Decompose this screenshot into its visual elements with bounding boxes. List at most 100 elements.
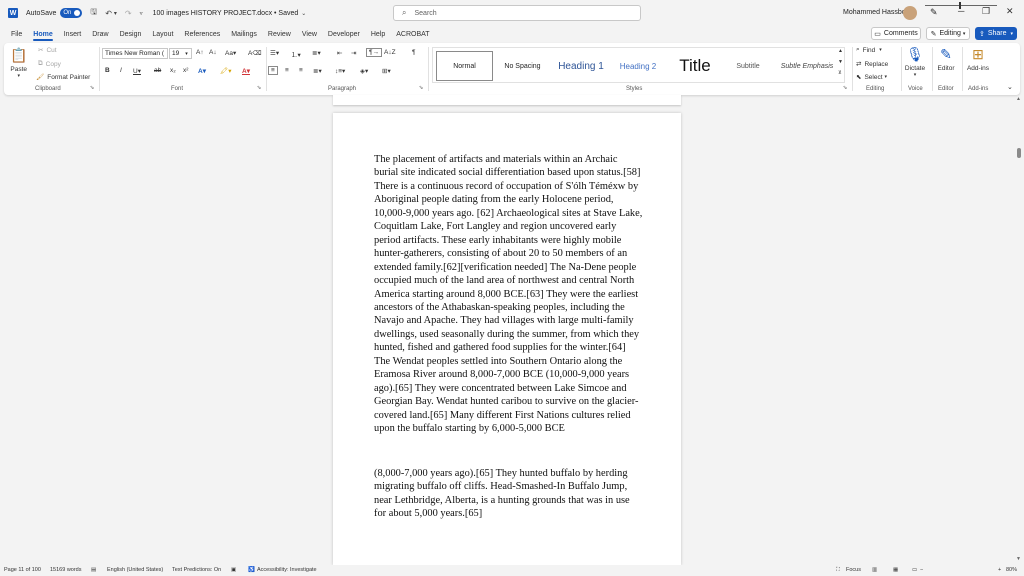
- style-no-spacing[interactable]: No Spacing: [496, 51, 549, 81]
- shading-icon[interactable]: ◈▾: [360, 67, 368, 75]
- styles-scroll-down-icon[interactable]: ▼: [838, 59, 843, 65]
- highlight-icon[interactable]: 🖍▾: [220, 67, 232, 75]
- scrollbar-thumb[interactable]: [1017, 148, 1021, 158]
- style-subtitle[interactable]: Subtitle: [723, 51, 773, 81]
- close-icon[interactable]: ✕: [1006, 6, 1014, 17]
- editing-mode-button[interactable]: ✎ Editing ▾: [926, 27, 970, 40]
- user-name[interactable]: Mohammed Hassbo: [843, 9, 906, 16]
- borders-icon[interactable]: ⊞▾: [382, 67, 391, 75]
- accessibility-status[interactable]: Accessibility: Investigate: [257, 567, 317, 573]
- pen-icon[interactable]: ✎: [930, 7, 938, 18]
- bullets-icon[interactable]: ☰▾: [270, 49, 279, 57]
- tab-review[interactable]: Review: [268, 31, 291, 38]
- styles-more-icon[interactable]: ⊻: [838, 70, 842, 76]
- undo-icon[interactable]: ↶: [105, 9, 112, 18]
- dialog-launcher-icon[interactable]: ⬂: [419, 85, 423, 91]
- styles-scroll-up-icon[interactable]: ▲: [838, 48, 843, 54]
- dialog-launcher-icon[interactable]: ⬂: [257, 85, 261, 91]
- zoom-level[interactable]: 80%: [1006, 567, 1017, 573]
- search-input[interactable]: ⌕ Search: [393, 5, 641, 21]
- avatar[interactable]: [903, 6, 917, 20]
- comments-button[interactable]: ▭ Comments: [871, 27, 921, 40]
- font-name-select[interactable]: Times New Roman (: [102, 48, 168, 59]
- tab-acrobat[interactable]: ACROBAT: [396, 31, 429, 38]
- subscript-icon[interactable]: x₂: [170, 67, 176, 74]
- text-predictions[interactable]: Text Predictions: On: [172, 567, 221, 573]
- select-button[interactable]: ⬉ Select ▾: [856, 73, 887, 82]
- document-page[interactable]: The placement of artifacts and materials…: [333, 113, 681, 565]
- increase-indent-icon[interactable]: ⇥: [351, 49, 356, 57]
- clear-formatting-icon[interactable]: A⌫: [248, 49, 262, 57]
- dialog-launcher-icon[interactable]: ⬂: [843, 85, 847, 91]
- format-painter-button[interactable]: 🖌 Format Painter: [36, 73, 90, 82]
- tab-insert[interactable]: Insert: [64, 31, 82, 38]
- restore-icon[interactable]: ❐: [982, 6, 990, 17]
- find-button[interactable]: ⌕ Find ▾: [856, 46, 882, 54]
- editor-button[interactable]: ✎ Editor: [934, 46, 958, 72]
- justify-icon[interactable]: ≣▾: [313, 67, 322, 75]
- dialog-launcher-icon[interactable]: ⬂: [90, 85, 94, 91]
- chevron-down-icon[interactable]: ⌄: [301, 10, 306, 17]
- strikethrough-icon[interactable]: ab: [154, 67, 161, 74]
- style-heading-1[interactable]: Heading 1: [551, 51, 611, 81]
- document-title[interactable]: 100 images HISTORY PROJECT.docx • Saved: [153, 10, 299, 17]
- focus-button[interactable]: Focus: [846, 567, 861, 573]
- show-marks-icon[interactable]: ¶: [412, 49, 416, 56]
- italic-icon[interactable]: I: [120, 67, 122, 74]
- vertical-scrollbar[interactable]: [1016, 104, 1022, 562]
- change-case-icon[interactable]: Aa▾: [225, 49, 236, 57]
- tab-layout[interactable]: Layout: [152, 31, 173, 38]
- style-heading-2[interactable]: Heading 2: [611, 51, 665, 81]
- tab-developer[interactable]: Developer: [328, 31, 360, 38]
- dictate-button[interactable]: 🎙 Dictate ▾: [903, 46, 927, 78]
- paste-button[interactable]: 📋 Paste ▾: [10, 47, 27, 79]
- copy-button[interactable]: ⧉ Copy: [38, 60, 61, 68]
- replace-button[interactable]: ⇄ Replace: [856, 60, 888, 69]
- proofing-icon[interactable]: ▤: [91, 567, 96, 573]
- zoom-out-icon[interactable]: −: [920, 567, 923, 573]
- style-normal[interactable]: Normal: [436, 51, 493, 81]
- macro-icon[interactable]: ▣: [231, 567, 236, 573]
- tab-mailings[interactable]: Mailings: [231, 31, 257, 38]
- zoom-in-icon[interactable]: +: [998, 567, 1001, 573]
- multilevel-list-icon[interactable]: ≣▾: [312, 49, 321, 57]
- scroll-down-icon[interactable]: ▼: [1016, 556, 1021, 562]
- tab-home[interactable]: Home: [33, 31, 54, 41]
- font-size-select[interactable]: 19 ▾: [169, 48, 192, 59]
- shrink-font-icon[interactable]: A↓: [209, 49, 217, 56]
- zoom-slider-thumb[interactable]: [959, 2, 961, 9]
- redo-icon[interactable]: ↷: [125, 9, 132, 18]
- decrease-indent-icon[interactable]: ⇤: [337, 49, 342, 57]
- text-effects-icon[interactable]: A▾: [198, 67, 206, 75]
- underline-icon[interactable]: U▾: [133, 67, 141, 75]
- superscript-icon[interactable]: x²: [183, 67, 188, 74]
- addins-button[interactable]: ⊞ Add-ins: [965, 46, 991, 72]
- language[interactable]: English (United States): [107, 567, 163, 573]
- line-spacing-icon[interactable]: ↕≡▾: [335, 67, 345, 75]
- autosave-toggle[interactable]: On: [60, 8, 83, 18]
- paragraph-direction-icon[interactable]: ¶→: [366, 48, 382, 57]
- customize-toolbar-icon[interactable]: ▿: [140, 10, 143, 17]
- collapse-ribbon-icon[interactable]: ⌄: [1007, 83, 1013, 91]
- bold-icon[interactable]: B: [105, 67, 110, 74]
- cut-button[interactable]: ✂ Cut: [38, 46, 57, 55]
- align-center-icon[interactable]: ≡: [285, 67, 289, 74]
- undo-dropdown-icon[interactable]: ▾: [114, 10, 117, 17]
- save-icon[interactable]: 🖫: [90, 6, 97, 20]
- tab-file[interactable]: File: [11, 31, 22, 38]
- grow-font-icon[interactable]: A↑: [196, 49, 204, 56]
- sort-icon[interactable]: A↓Z: [384, 49, 396, 56]
- align-left-icon[interactable]: ≡: [268, 66, 278, 75]
- numbering-icon[interactable]: ⒈▾: [291, 49, 301, 59]
- tab-design[interactable]: Design: [120, 31, 142, 38]
- style-subtle-emphasis[interactable]: Subtle Emphasis: [775, 51, 839, 81]
- zoom-slider[interactable]: [925, 5, 997, 6]
- print-layout-icon[interactable]: ▦: [893, 567, 898, 573]
- align-right-icon[interactable]: ≡: [299, 67, 303, 74]
- tab-help[interactable]: Help: [371, 31, 385, 38]
- read-mode-icon[interactable]: ▥: [872, 567, 877, 573]
- font-color-icon[interactable]: A▾: [242, 67, 250, 75]
- body-paragraph[interactable]: (8,000-7,000 years ago).[65] They hunted…: [374, 467, 644, 521]
- web-layout-icon[interactable]: ▭: [912, 567, 917, 573]
- share-button[interactable]: ⇪ Share ▾: [975, 27, 1017, 40]
